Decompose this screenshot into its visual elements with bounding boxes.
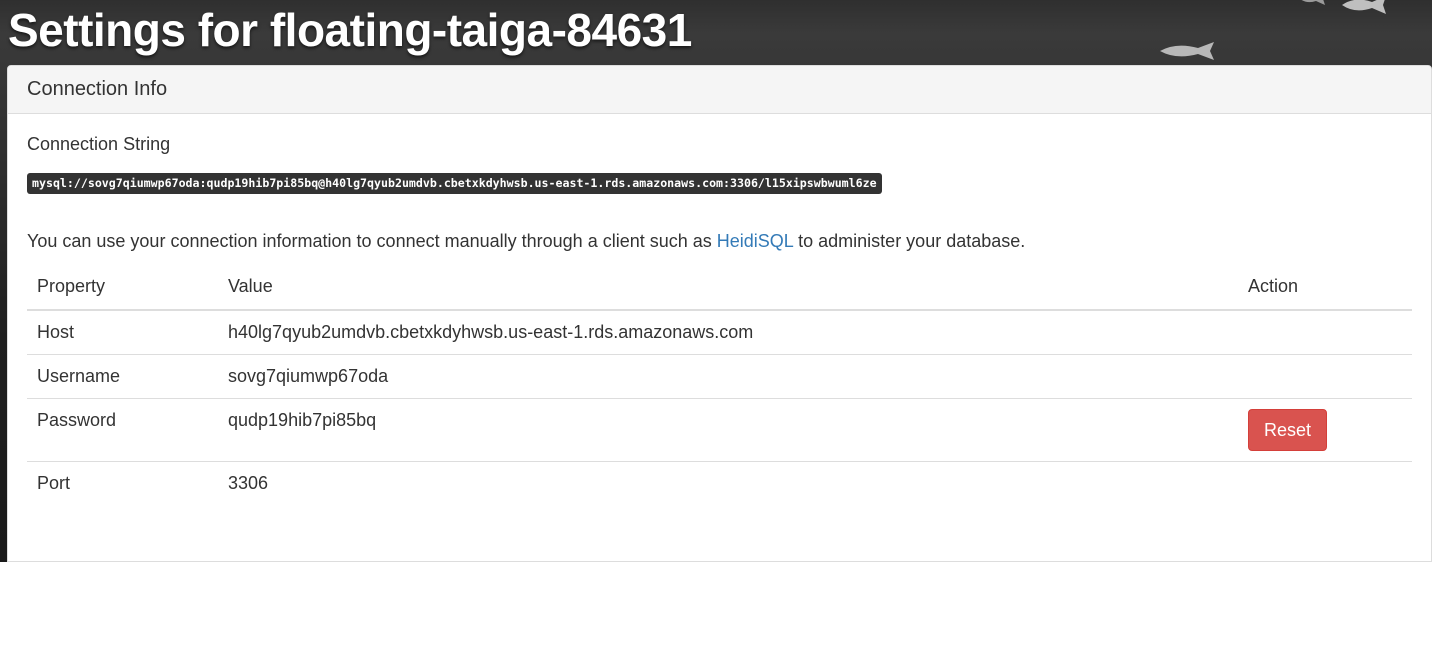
heidisql-link[interactable]: HeidiSQL	[717, 231, 793, 251]
action-cell	[1238, 354, 1412, 399]
help-text-before: You can use your connection information …	[27, 231, 717, 251]
page-title: Settings for floating-taiga-84631	[8, 4, 692, 56]
table-row-username: Username sovg7qiumwp67oda	[27, 354, 1412, 399]
help-text-after: to administer your database.	[793, 231, 1026, 251]
action-cell: Reset	[1238, 398, 1412, 462]
value-cell: h40lg7qyub2umdvb.cbetxkdyhwsb.us-east-1.…	[228, 322, 754, 342]
reset-password-button[interactable]: Reset	[1248, 409, 1328, 451]
property-cell: Port	[27, 461, 218, 505]
property-cell: Password	[27, 398, 218, 462]
connection-string-code[interactable]: mysql://sovg7qiumwp67oda:qudp19hib7pi85b…	[27, 173, 882, 194]
fish-decoration-icon	[1342, 0, 1386, 14]
value-cell: 3306	[218, 461, 1238, 505]
table-row-password: Password qudp19hib7pi85bq Reset	[27, 398, 1412, 462]
value-cell: sovg7qiumwp67oda	[218, 354, 1238, 399]
column-header-property: Property	[27, 266, 218, 311]
column-header-value: Value	[218, 266, 1238, 311]
connection-table: Property Value Action Host h40lg7qyub2um…	[27, 266, 1412, 505]
panel-heading: Connection Info	[8, 66, 1431, 114]
help-text: You can use your connection information …	[27, 231, 1412, 252]
table-row-port: Port 3306	[27, 461, 1412, 505]
panel-body: Connection String mysql://sovg7qiumwp67o…	[8, 114, 1431, 525]
panel-title: Connection Info	[27, 78, 168, 100]
action-cell	[1238, 310, 1412, 355]
connection-info-panel: Connection Info Connection String mysql:…	[7, 65, 1432, 562]
property-cell: Username	[27, 354, 218, 399]
column-header-action: Action	[1238, 266, 1412, 311]
fish-decoration-icon	[1301, 0, 1325, 5]
property-cell: Host	[37, 322, 75, 342]
value-cell: qudp19hib7pi85bq	[218, 398, 1238, 462]
fish-decoration-icon	[1160, 42, 1214, 60]
table-header-row: Property Value Action	[27, 266, 1412, 311]
connection-string-label: Connection String	[27, 134, 171, 154]
table-row-host: Host h40lg7qyub2umdvb.cbetxkdyhwsb.us-ea…	[27, 310, 1412, 355]
action-cell	[1238, 461, 1412, 505]
